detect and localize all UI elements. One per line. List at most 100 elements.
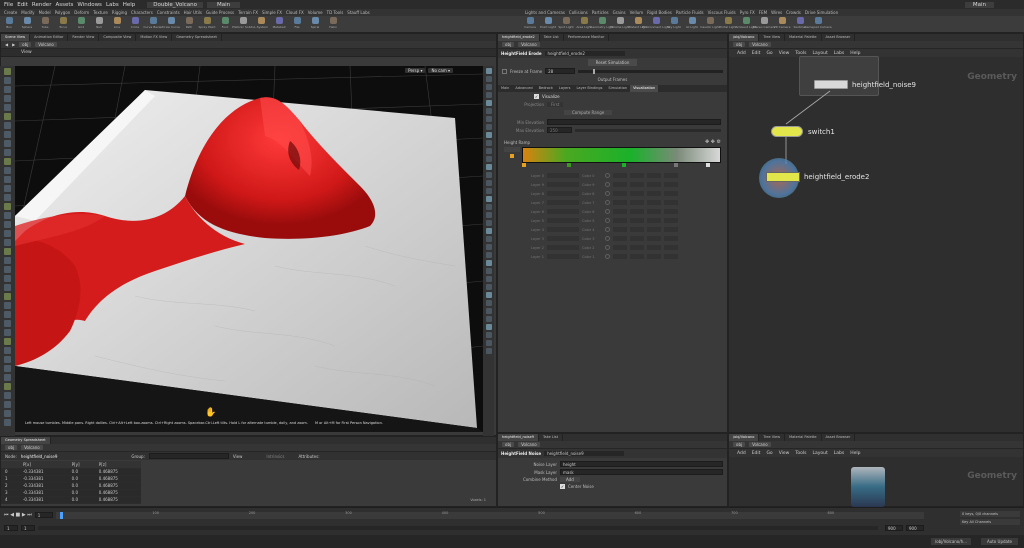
light-tool[interactable]: GI Light xyxy=(683,16,701,32)
min-elevation-field[interactable] xyxy=(547,119,721,125)
display-option-icon[interactable] xyxy=(485,76,492,82)
shelf-tool[interactable]: File xyxy=(288,16,306,32)
layer-field[interactable] xyxy=(547,245,579,250)
viewport-tool-icon[interactable] xyxy=(4,419,11,426)
viewport-tool-icon[interactable] xyxy=(4,275,11,282)
viewport-tool-icon[interactable] xyxy=(4,347,11,354)
light-tool[interactable]: Gamepad Camera xyxy=(804,16,832,32)
network-menu-item[interactable]: Tools xyxy=(795,451,806,456)
freeze-frame-field[interactable]: 28 xyxy=(545,68,576,74)
param-subtab[interactable]: Bedrock xyxy=(536,85,556,92)
spreadsheet-node-name[interactable]: heightfield_noise9 xyxy=(21,454,58,459)
light-shelf-tab[interactable]: Particle Fluids xyxy=(676,10,704,15)
tab-asset-browser-bottom[interactable]: Asset Browser xyxy=(822,434,856,441)
display-option-icon[interactable] xyxy=(485,84,492,90)
display-option-icon[interactable] xyxy=(485,244,492,250)
shelf-tool[interactable]: Platonic Solids xyxy=(232,16,254,32)
visualize-checkbox[interactable]: ✓ xyxy=(534,94,539,99)
tab-render-view[interactable]: Render View xyxy=(68,34,100,41)
display-option-icon[interactable] xyxy=(485,308,492,314)
color-component-field[interactable] xyxy=(647,209,661,214)
viewport-tool-icon[interactable] xyxy=(4,77,11,84)
heightfield-erode-node-icon[interactable] xyxy=(766,172,800,182)
color-component-field[interactable] xyxy=(664,236,678,241)
light-shelf-tab[interactable]: Viscous Fluids xyxy=(708,10,736,15)
ramp-key-4[interactable] xyxy=(706,163,710,167)
color-component-field[interactable] xyxy=(613,245,627,250)
viewport-tool-icon[interactable] xyxy=(4,131,11,138)
ramp-key-1[interactable] xyxy=(567,163,571,167)
display-option-icon[interactable] xyxy=(485,276,492,282)
viewport-tool-icon[interactable] xyxy=(4,167,11,174)
viewport-tool-icon[interactable] xyxy=(4,302,11,309)
display-option-icon[interactable] xyxy=(485,268,492,274)
menu-labs[interactable]: Labs xyxy=(106,2,119,8)
spreadsheet-path-obj[interactable]: obj xyxy=(5,445,18,450)
display-option-icon[interactable] xyxy=(485,212,492,218)
viewport-tool-icon[interactable] xyxy=(4,383,11,390)
color-swatch-icon[interactable] xyxy=(605,236,610,241)
light-shelf-tab[interactable]: Crowds xyxy=(786,10,801,15)
light-shelf-tab[interactable]: FEM xyxy=(759,10,767,15)
end-frame-field[interactable]: 1 xyxy=(21,525,35,531)
tab-animation-editor[interactable]: Animation Editor xyxy=(30,34,69,41)
display-option-icon[interactable] xyxy=(485,204,492,210)
layer-field[interactable] xyxy=(547,254,579,259)
param-subtab[interactable]: Advanced xyxy=(512,85,535,92)
switch-node-icon[interactable] xyxy=(771,126,803,137)
color-component-field[interactable] xyxy=(630,236,644,241)
right-desktop-selector[interactable]: Main xyxy=(964,1,994,8)
ramp-tools-icon[interactable]: ✥ ✥ ⚙ xyxy=(705,139,721,145)
color-component-field[interactable] xyxy=(613,254,627,259)
combine-method-menu[interactable]: Add xyxy=(560,477,580,482)
network-menu-item[interactable]: Help xyxy=(850,451,860,456)
spreadsheet-header[interactable]: P[x] xyxy=(18,461,68,469)
color-component-field[interactable] xyxy=(647,227,661,232)
display-option-icon[interactable] xyxy=(485,292,492,298)
display-option-icon[interactable] xyxy=(485,140,492,146)
light-shelf-tab[interactable]: Grains xyxy=(613,10,626,15)
shelf-tool[interactable]: Sphere xyxy=(18,16,36,32)
viewport-tool-icon[interactable] xyxy=(4,86,11,93)
cam-menu[interactable]: No cam ▾ xyxy=(428,68,453,73)
display-option-icon[interactable] xyxy=(485,108,492,114)
freeze-checkbox[interactable] xyxy=(502,68,507,74)
tab-geometry-spreadsheet[interactable]: Geometry Spreadsheet xyxy=(172,34,222,41)
color-swatch-icon[interactable] xyxy=(605,209,610,214)
table-row[interactable]: 1 -0.334381 0.0 0.468875 xyxy=(1,475,141,483)
shelf-tab[interactable]: Rigging xyxy=(112,10,127,15)
shelf-tab[interactable]: Simple FX xyxy=(262,10,282,15)
color-swatch-icon[interactable] xyxy=(605,227,610,232)
color-component-field[interactable] xyxy=(647,173,661,178)
viewport-tool-icon[interactable] xyxy=(4,149,11,156)
shelf-tool[interactable]: Helix xyxy=(324,16,342,32)
tab-geometry-spreadsheet-bottom[interactable]: Geometry Spreadsheet xyxy=(1,437,51,444)
light-tool[interactable]: Environment Light xyxy=(642,16,670,32)
back-icon[interactable]: ◀ xyxy=(5,42,8,47)
light-tool[interactable]: Sky Light xyxy=(665,16,683,32)
menu-file[interactable]: File xyxy=(4,2,13,8)
layer-field[interactable] xyxy=(547,209,579,214)
shelf-tab[interactable]: Create xyxy=(4,10,17,15)
display-option-icon[interactable] xyxy=(485,196,492,202)
network-menu-item[interactable]: Edit xyxy=(752,451,761,456)
light-shelf-tab[interactable]: Lights and Cameras xyxy=(525,10,565,15)
ramp-presets-icon[interactable] xyxy=(504,147,520,152)
viewport-tool-icon[interactable] xyxy=(4,185,11,192)
display-option-icon[interactable] xyxy=(485,148,492,154)
tab-take-list[interactable]: Take List xyxy=(540,34,564,41)
color-component-field[interactable] xyxy=(647,254,661,259)
network-bottom-path-volcano[interactable]: Volcano xyxy=(749,442,771,447)
group-field[interactable] xyxy=(148,453,229,459)
light-shelf-tab[interactable]: Drive Simulation xyxy=(805,10,838,15)
center-noise-checkbox[interactable]: ✓ xyxy=(560,484,565,489)
color-component-field[interactable] xyxy=(647,200,661,205)
layer-field[interactable] xyxy=(547,191,579,196)
shelf-tool[interactable]: Draw Curve xyxy=(162,16,180,32)
shelf-tab[interactable]: Stauff Labs xyxy=(347,10,369,15)
color-component-field[interactable] xyxy=(613,200,627,205)
color-component-field[interactable] xyxy=(630,254,644,259)
color-swatch-icon[interactable] xyxy=(605,254,610,259)
color-swatch-icon[interactable] xyxy=(605,200,610,205)
light-tool[interactable]: Camera xyxy=(521,16,539,32)
